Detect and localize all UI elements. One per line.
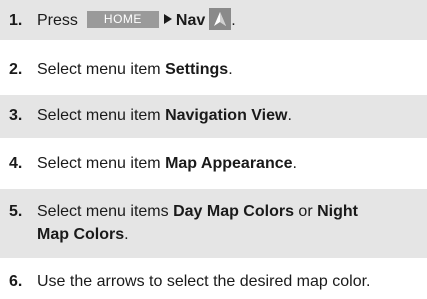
step-suffix: . [231, 12, 236, 29]
step-5: 5. Select menu items Day Map Colors or Ni… [9, 200, 423, 246]
step-3: 3. Select menu item Navigation View. [9, 104, 423, 127]
step-text: Select menu items [37, 203, 174, 220]
step-suffix: . [287, 107, 292, 124]
menu-item-name: Day Map Colors [173, 203, 294, 220]
step-number: 3. [9, 107, 23, 124]
step-1: 1. Press HOME Nav. [9, 8, 423, 32]
menu-item-name-2-cont: Map Colors [37, 226, 125, 243]
step-2: 2. Select menu item Settings. [9, 58, 423, 81]
step-number: 6. [9, 273, 23, 290]
step-text: Select menu item [37, 155, 166, 172]
right-triangle-icon [163, 14, 172, 24]
step-6: 6. Use the arrows to select the desired m… [9, 270, 423, 293]
menu-item-name: Map Appearance [165, 155, 293, 172]
step-number: 1. [9, 12, 23, 29]
step-suffix: . [124, 226, 129, 243]
step-number: 5. [9, 203, 23, 220]
home-button: HOME [86, 11, 159, 28]
step-text: Use the arrows to select the desired map… [37, 273, 371, 290]
step-suffix: . [228, 61, 233, 78]
menu-item-name: Navigation View [165, 107, 288, 124]
step-text: Select menu item [37, 61, 166, 78]
step-number: 4. [9, 155, 23, 172]
menu-item-name-2: Night [317, 203, 358, 220]
step-text: Press [37, 12, 78, 29]
step-text: Select menu item [37, 107, 166, 124]
step-suffix: . [292, 155, 297, 172]
navigation-arrow-icon [209, 8, 232, 30]
menu-item-name: Settings [165, 61, 229, 78]
nav-label: Nav [175, 12, 206, 29]
step-text-or: or [293, 203, 318, 220]
step-number: 2. [9, 61, 23, 78]
step-4: 4. Select menu item Map Appearance. [9, 152, 423, 175]
